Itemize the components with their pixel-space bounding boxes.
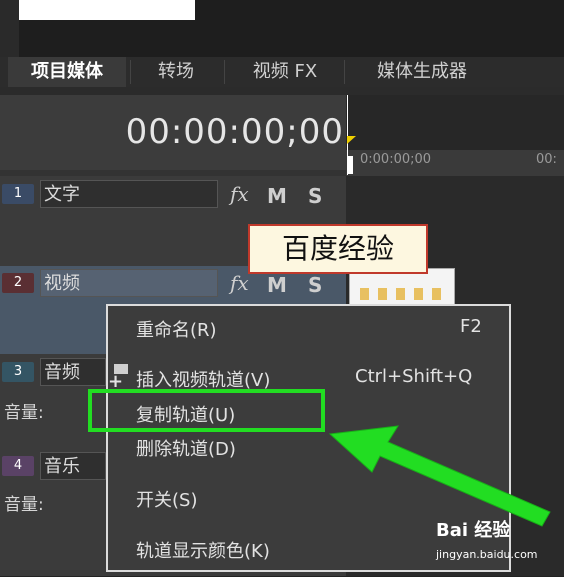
highlight-box	[88, 389, 325, 432]
playhead-marker-icon[interactable]	[347, 136, 356, 144]
ruler-next-label: 00:	[536, 152, 557, 167]
clip-thumbnail-frame	[432, 288, 441, 300]
clip-thumbnail-frame	[378, 288, 387, 300]
baidu-logo: Bai 经验	[436, 520, 511, 541]
track-number-badge: 2	[2, 273, 34, 293]
tab-divider	[224, 60, 225, 84]
playhead-head[interactable]	[347, 156, 353, 174]
tab-divider	[344, 60, 345, 84]
clip-thumbnail-frame	[360, 288, 369, 300]
clip-thumbnail-frame	[414, 288, 423, 300]
volume-label: 音量:	[4, 495, 44, 515]
tab-divider	[130, 60, 131, 84]
clip-thumbnail-frame	[396, 288, 405, 300]
track-name-field[interactable]: 视频	[40, 269, 218, 297]
menu-item-switches[interactable]: 开关(S)	[136, 486, 197, 512]
tab-transitions[interactable]: 转场	[136, 57, 216, 87]
baidu-url: jingyan.baidu.com	[436, 548, 538, 561]
track-number-badge: 3	[2, 362, 34, 382]
track-mute-button[interactable]: M	[267, 184, 287, 208]
track-name-field[interactable]: 文字	[40, 180, 218, 208]
track-number-badge: 1	[2, 184, 34, 204]
arrow-annotation-icon	[328, 425, 551, 527]
track-fx-button[interactable]: fx	[230, 271, 249, 295]
timecode-value: 00:00:00;00	[125, 112, 344, 152]
track-name-field[interactable]: 音频	[40, 358, 106, 386]
tab-video-fx[interactable]: 视频 FX	[232, 57, 338, 87]
menu-shortcut-insert-video-track: Ctrl+Shift+Q	[355, 366, 473, 387]
track-name-field[interactable]: 音乐	[40, 452, 106, 480]
volume-label: 音量:	[4, 403, 44, 423]
track-number-badge: 4	[2, 456, 34, 476]
watermark-label: 百度经验	[248, 224, 428, 274]
track-solo-button[interactable]: S	[308, 184, 322, 208]
track-mute-button[interactable]: M	[267, 273, 287, 297]
menu-shortcut-rename: F2	[460, 316, 482, 337]
ruler-start-label: 0:00:00;00	[360, 152, 432, 167]
track-solo-button[interactable]: S	[308, 273, 322, 297]
menu-item-track-display-color[interactable]: 轨道显示颜色(K)	[136, 537, 270, 563]
tab-project-media[interactable]: 项目媒体	[8, 57, 126, 87]
menu-item-rename[interactable]: 重命名(R)	[136, 316, 217, 342]
tab-media-generators[interactable]: 媒体生成器	[352, 57, 492, 87]
preview-window	[19, 0, 195, 20]
menu-item-delete-track[interactable]: 删除轨道(D)	[136, 435, 236, 461]
track-fx-button[interactable]: fx	[230, 182, 249, 206]
preview-frame	[0, 0, 19, 57]
